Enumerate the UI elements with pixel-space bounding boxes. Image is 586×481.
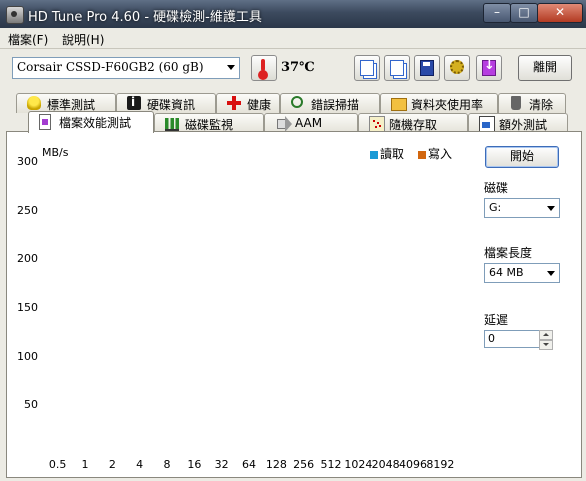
legend-read-swatch — [370, 150, 378, 159]
download-arrow-icon — [482, 58, 496, 76]
menu-file[interactable]: 檔案(F) — [8, 31, 48, 48]
update-button[interactable] — [476, 55, 502, 81]
tab-error-scan[interactable]: 錯誤掃描 — [280, 93, 380, 113]
x-tick-label: 128 — [265, 458, 287, 471]
chevron-down-icon — [547, 271, 555, 276]
x-tick-label: 1024 — [344, 458, 373, 471]
x-tick-label: 4 — [136, 458, 144, 471]
bulb-icon — [27, 96, 41, 110]
delay-spinner[interactable] — [539, 330, 553, 350]
x-tick-label: 2048 — [371, 458, 400, 471]
temperature-readout: 37℃ — [281, 60, 315, 75]
y-tick-label: 200 — [17, 252, 38, 266]
gear-icon — [450, 60, 464, 74]
y-tick-label: 100 — [17, 349, 38, 363]
x-tick-label: 512 — [320, 458, 342, 471]
delay-label: 延遲 — [484, 313, 509, 327]
tab-benchmark[interactable]: 標準測試 — [16, 93, 116, 113]
title-bar: HD Tune Pro 4.60 - 硬碟檢測-維護工具 – □ ✕ — [0, 0, 586, 29]
exit-button[interactable]: 離開 — [518, 55, 572, 81]
file-length-select[interactable]: 64 MB — [484, 263, 560, 283]
y-tick-label: 250 — [17, 203, 38, 217]
tab-info[interactable]: 硬碟資訊 — [116, 93, 216, 113]
copy-icon — [360, 60, 374, 76]
health-plus-icon — [227, 96, 241, 110]
delay-input[interactable]: 0 — [484, 330, 540, 348]
copy-screenshot-button[interactable] — [384, 55, 410, 81]
x-tick-label: 16 — [187, 458, 202, 471]
extra-tests-icon — [479, 116, 495, 132]
app-disk-icon — [6, 6, 24, 24]
disk-select[interactable]: G: — [484, 198, 560, 218]
y-tick-label: 50 — [24, 398, 38, 412]
speaker-icon — [277, 116, 292, 132]
y-axis-unit: MB/s — [42, 146, 69, 159]
chevron-down-icon — [547, 206, 555, 211]
copy-text-button[interactable] — [354, 55, 380, 81]
disk-label: 磁碟 — [484, 181, 509, 195]
temperature-button[interactable] — [251, 55, 277, 81]
minimize-button[interactable]: – — [483, 3, 511, 23]
file-benchmark-icon — [39, 114, 51, 130]
y-tick-label: 150 — [17, 301, 38, 314]
maximize-button[interactable]: □ — [510, 3, 538, 23]
tab-health[interactable]: 健康 — [216, 93, 280, 113]
x-tick-label: 0.5 — [48, 458, 67, 471]
legend-read: 讀取 — [370, 145, 404, 162]
close-button[interactable]: ✕ — [537, 3, 583, 23]
options-button[interactable] — [444, 55, 470, 81]
tab-erase[interactable]: 清除 — [498, 93, 566, 113]
drive-select[interactable]: Corsair CSSD-F60GB2 (60 gB) — [12, 57, 240, 79]
file-length-label: 檔案長度 — [484, 246, 533, 260]
tab-folder-usage[interactable]: 資料夾使用率 — [380, 93, 498, 113]
chevron-down-icon — [227, 65, 235, 70]
x-tick-label: 1 — [81, 458, 89, 471]
info-icon — [127, 95, 141, 110]
save-button[interactable] — [414, 55, 440, 81]
magnifier-icon — [291, 96, 303, 108]
drive-select-value: Corsair CSSD-F60GB2 (60 gB) — [17, 60, 204, 74]
trash-icon — [511, 96, 521, 110]
x-tick-label: 4096 — [399, 458, 427, 471]
menu-bar: 檔案(F) 說明(H) — [0, 28, 586, 49]
x-tick-label: 8192 — [426, 458, 455, 471]
start-button[interactable]: 開始 — [485, 146, 559, 168]
x-tick-label: 32 — [214, 458, 229, 471]
window-title: HD Tune Pro 4.60 - 硬碟檢測-維護工具 — [28, 10, 262, 25]
folder-icon — [391, 98, 407, 111]
spin-down-icon[interactable] — [539, 340, 553, 350]
spin-up-icon[interactable] — [539, 330, 553, 340]
random-dots-icon — [369, 116, 385, 132]
floppy-icon — [420, 60, 434, 76]
tab-random-access[interactable]: 隨機存取 — [358, 113, 468, 133]
menu-help[interactable]: 說明(H) — [62, 31, 104, 48]
copy-image-icon — [390, 60, 404, 76]
x-tick-label: 64 — [242, 458, 256, 471]
x-tick-label: 2 — [108, 458, 116, 471]
thermometer-icon — [258, 59, 268, 80]
tab-disk-monitor[interactable]: 磁碟監視 — [154, 113, 264, 133]
x-tick-label: 256 — [293, 458, 315, 471]
tab-extra-tests[interactable]: 額外測試 — [468, 113, 568, 133]
legend-write: 寫入 — [418, 145, 452, 162]
legend-write-swatch — [418, 150, 426, 159]
monitor-bars-icon — [165, 118, 179, 131]
y-tick-label: 300 — [17, 155, 38, 168]
tab-file-benchmark[interactable]: 檔案效能測試 — [28, 111, 154, 133]
tab-aam[interactable]: AAM — [264, 113, 358, 133]
x-tick-label: 8 — [163, 458, 171, 471]
